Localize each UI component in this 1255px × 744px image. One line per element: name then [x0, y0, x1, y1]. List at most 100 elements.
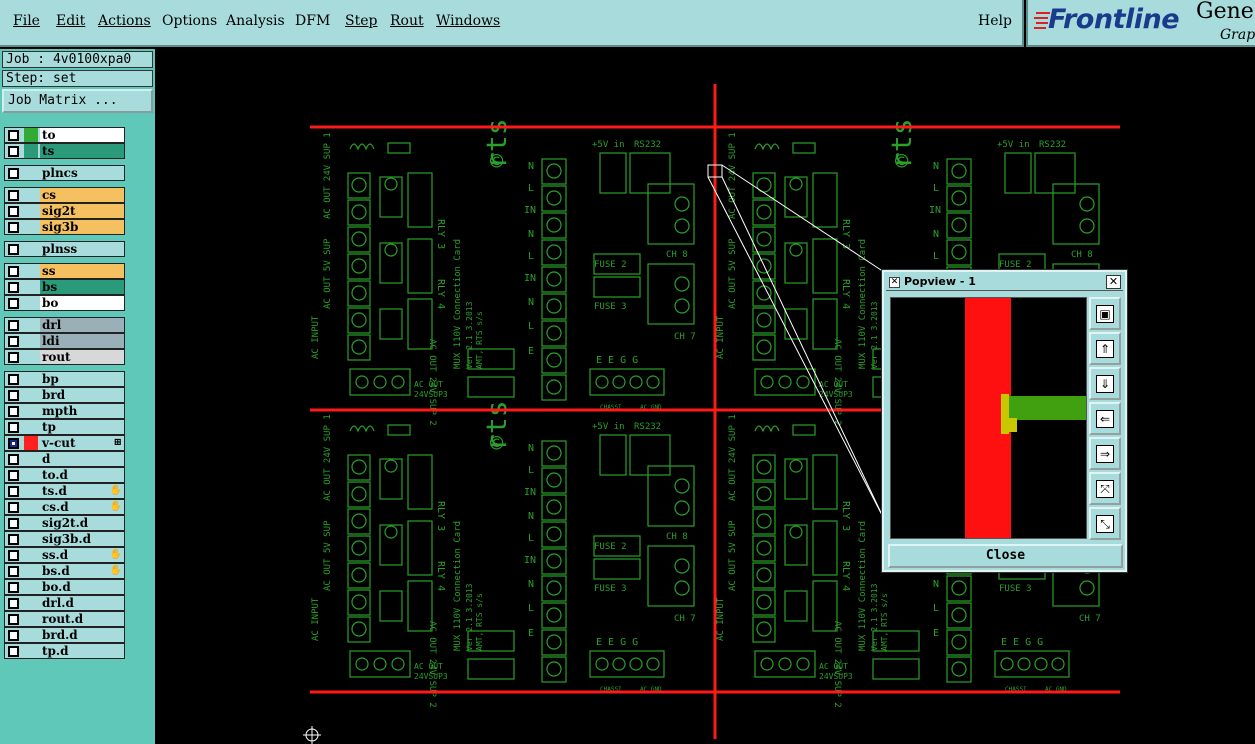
layer-color-swatch[interactable] [24, 644, 38, 658]
layer-row-cs.d[interactable]: cs.d ✋ [4, 499, 125, 515]
layer-checkbox[interactable] [8, 130, 19, 141]
layer-name[interactable]: d [40, 452, 124, 466]
layer-name[interactable]: to [40, 128, 124, 142]
layer-checkbox[interactable] [8, 320, 19, 331]
layer-row-ldi[interactable]: ldi [4, 333, 125, 349]
layer-checkbox[interactable] [8, 646, 19, 657]
layer-checkbox[interactable] [8, 438, 19, 449]
layer-name[interactable]: sig2t.d [40, 516, 124, 530]
zoom-out-button[interactable]: ⤧ [1089, 472, 1121, 505]
layer-color-swatch[interactable] [24, 296, 38, 310]
pan-right-button[interactable]: ⇒ [1089, 437, 1121, 470]
layer-checkbox[interactable] [8, 298, 19, 309]
layer-color-swatch[interactable] [24, 264, 38, 278]
layer-color-swatch[interactable] [24, 612, 38, 626]
layer-row-drl.d[interactable]: drl.d [4, 595, 125, 611]
layer-checkbox[interactable] [8, 598, 19, 609]
layer-color-swatch[interactable] [24, 580, 38, 594]
layer-name[interactable]: sig3b [40, 220, 124, 234]
layer-row-drl[interactable]: drl [4, 317, 125, 333]
layer-checkbox[interactable] [8, 146, 19, 157]
layer-color-swatch[interactable] [24, 596, 38, 610]
menu-file[interactable]: File [13, 13, 40, 29]
pan-up-button[interactable]: ⇑ [1089, 332, 1121, 365]
layer-checkbox[interactable] [8, 390, 19, 401]
layer-name[interactable]: to.d [40, 468, 124, 482]
layer-name[interactable]: bo.d [40, 580, 124, 594]
layer-row-ss[interactable]: ss [4, 263, 125, 279]
layer-checkbox[interactable] [8, 206, 19, 217]
layer-checkbox[interactable] [8, 614, 19, 625]
layer-color-swatch[interactable] [24, 128, 38, 142]
layer-row-cs[interactable]: cs [4, 187, 125, 203]
layer-row-brd.d[interactable]: brd.d [4, 627, 125, 643]
menu-step[interactable]: Step [345, 13, 377, 29]
close-button[interactable]: Close [888, 544, 1123, 568]
layer-row-bs.d[interactable]: bs.d ✋ [4, 563, 125, 579]
menu-dfm[interactable]: DFM [295, 13, 330, 29]
layer-color-swatch[interactable] [24, 372, 38, 386]
layer-row-sig2t.d[interactable]: sig2t.d [4, 515, 125, 531]
layer-row-bs[interactable]: bs [4, 279, 125, 295]
layer-color-swatch[interactable] [24, 144, 38, 158]
layer-checkbox[interactable] [8, 168, 19, 179]
layer-name[interactable]: ss [40, 264, 124, 278]
layer-row-rout.d[interactable]: rout.d [4, 611, 125, 627]
layer-name[interactable]: ts.d ✋ [40, 484, 124, 498]
layer-checkbox[interactable] [8, 374, 19, 385]
layer-color-swatch[interactable] [24, 532, 38, 546]
layer-color-swatch[interactable] [24, 468, 38, 482]
layer-name[interactable]: plncs [40, 166, 124, 180]
layer-color-swatch[interactable] [24, 500, 38, 514]
layer-name[interactable]: rout.d [40, 612, 124, 626]
layer-row-tp[interactable]: tp [4, 419, 125, 435]
layer-color-swatch[interactable] [24, 318, 38, 332]
layer-color-swatch[interactable] [24, 188, 38, 202]
layer-row-ts[interactable]: ts [4, 143, 125, 159]
layer-checkbox[interactable] [8, 486, 19, 497]
layer-checkbox[interactable] [8, 422, 19, 433]
layer-name[interactable]: mpth [40, 404, 124, 418]
zoom-in-button[interactable]: ⤡ [1089, 507, 1121, 540]
layer-row-tp.d[interactable]: tp.d [4, 643, 125, 659]
layer-name[interactable]: brd [40, 388, 124, 402]
layer-row-ts.d[interactable]: ts.d ✋ [4, 483, 125, 499]
layer-name[interactable]: plnss [40, 242, 124, 256]
layer-color-swatch[interactable] [24, 484, 38, 498]
layer-name[interactable]: bp [40, 372, 124, 386]
popview-zoom-view[interactable] [890, 297, 1087, 539]
layer-row-sig2t[interactable]: sig2t [4, 203, 125, 219]
layer-name[interactable]: bs.d ✋ [40, 564, 124, 578]
layer-name[interactable]: drl [40, 318, 124, 332]
menu-options[interactable]: Options [162, 13, 217, 29]
layer-name[interactable]: ldi [40, 334, 124, 348]
layer-name[interactable]: tp [40, 420, 124, 434]
popview-titlebar[interactable]: ✕ Popview - 1 ✕ [886, 274, 1123, 291]
layer-name[interactable]: v-cut ⊞ [40, 436, 124, 450]
layer-row-bp[interactable]: bp [4, 371, 125, 387]
layer-checkbox[interactable] [8, 518, 19, 529]
layer-checkbox[interactable] [8, 470, 19, 481]
layer-checkbox[interactable] [8, 566, 19, 577]
layer-checkbox[interactable] [8, 222, 19, 233]
layer-color-swatch[interactable] [24, 350, 38, 364]
layer-row-brd[interactable]: brd [4, 387, 125, 403]
pan-down-button[interactable]: ⇓ [1089, 367, 1121, 400]
layer-row-d[interactable]: d [4, 451, 125, 467]
pan-left-button[interactable]: ⇐ [1089, 402, 1121, 435]
layer-name[interactable]: drl.d [40, 596, 124, 610]
layer-color-swatch[interactable] [24, 334, 38, 348]
layer-name[interactable]: sig3b.d [40, 532, 124, 546]
layer-name[interactable]: tp.d [40, 644, 124, 658]
layer-color-swatch[interactable] [24, 628, 38, 642]
layer-row-to.d[interactable]: to.d [4, 467, 125, 483]
layer-row-plnss[interactable]: plnss [4, 241, 125, 257]
layer-checkbox[interactable] [8, 582, 19, 593]
layer-checkbox[interactable] [8, 406, 19, 417]
layer-row-bo.d[interactable]: bo.d [4, 579, 125, 595]
close-icon[interactable]: ✕ [1106, 275, 1121, 289]
layer-checkbox[interactable] [8, 454, 19, 465]
menu-windows[interactable]: Windows [436, 13, 500, 29]
layer-color-swatch[interactable] [24, 388, 38, 402]
layer-row-to[interactable]: to [4, 127, 125, 143]
